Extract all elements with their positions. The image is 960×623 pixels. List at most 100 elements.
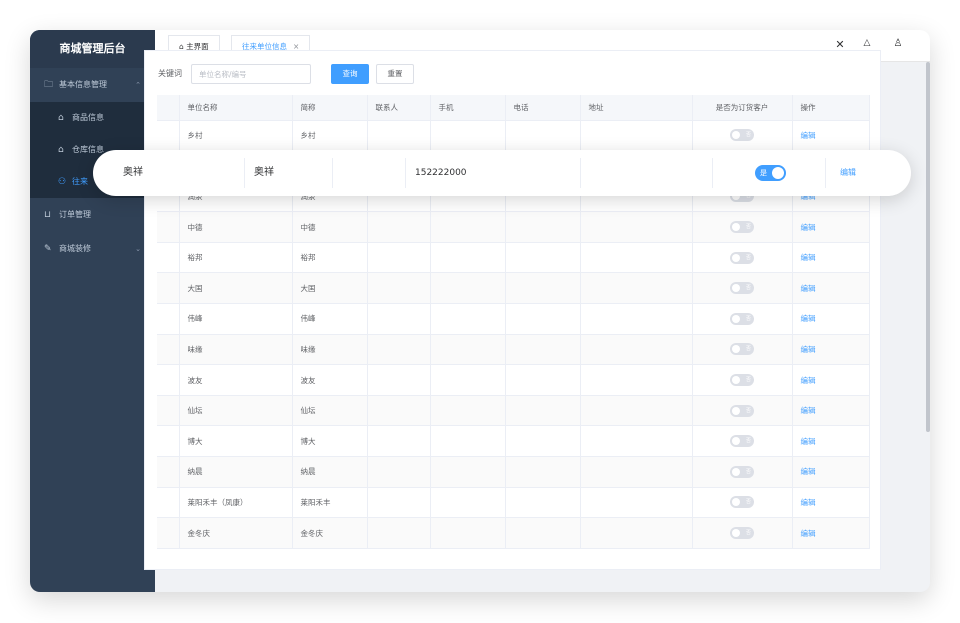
order-customer-switch[interactable]: 否: [730, 435, 754, 448]
mobile-cell: [430, 456, 506, 488]
query-button[interactable]: 查询: [331, 64, 369, 84]
switch-cell: 否: [692, 456, 793, 488]
sidebar-item-label: 商品信息: [72, 113, 104, 122]
order-customer-switch[interactable]: 否: [730, 527, 754, 540]
switch-cell: 否: [692, 517, 793, 549]
phone-cell: [505, 120, 581, 152]
switch-knob: [732, 376, 740, 385]
switch-cell: 否: [692, 334, 793, 366]
phone-cell: [505, 487, 581, 519]
scrollbar-thumb[interactable]: [926, 62, 930, 432]
contact-cell: [367, 456, 431, 488]
cart-icon: ⊔: [44, 210, 52, 220]
sidebar-item-orders[interactable]: ⊔ 订单管理: [30, 198, 155, 232]
address-cell: [580, 487, 693, 519]
contact-cell: [367, 211, 431, 243]
action-cell: 编辑: [792, 456, 870, 488]
table-row: 莱阳禾丰（凤康） 莱阳禾丰 否 编辑: [157, 487, 870, 519]
order-customer-switch[interactable]: 否: [730, 251, 754, 264]
index-cell: [157, 425, 180, 458]
short-cell: 味缘: [292, 334, 368, 366]
mobile-cell: [430, 517, 506, 549]
action-cell: 编辑: [792, 395, 870, 427]
address-cell: [580, 303, 693, 335]
scrollbar[interactable]: [926, 62, 930, 592]
phone-cell: [505, 242, 581, 274]
edit-link[interactable]: 编辑: [801, 467, 816, 476]
header-mobile: 手机: [430, 95, 506, 121]
table-row: 裕邦 裕邦 否 编辑: [157, 242, 870, 274]
sidebar-item-label: 仓库信息: [72, 145, 104, 154]
edit-link[interactable]: 编辑: [801, 376, 816, 385]
table-row: 仙坛 仙坛 否 编辑: [157, 395, 870, 427]
order-customer-switch[interactable]: 是: [755, 165, 786, 181]
edit-link[interactable]: 编辑: [801, 131, 816, 140]
edit-link[interactable]: 编辑: [801, 223, 816, 232]
edit-link[interactable]: 编辑: [801, 314, 816, 323]
index-cell: [157, 242, 180, 274]
switch-cell: 否: [692, 364, 793, 396]
index-cell: [157, 517, 180, 549]
name-cell: 波友: [179, 364, 293, 396]
edit-link[interactable]: 编辑: [840, 158, 856, 188]
order-customer-switch[interactable]: 否: [730, 312, 754, 325]
action-cell: 编辑: [792, 364, 870, 396]
order-customer-switch[interactable]: 否: [730, 496, 754, 509]
order-customer-switch[interactable]: 否: [730, 374, 754, 387]
switch-text: 否: [745, 468, 751, 475]
highlighted-row[interactable]: 奥祥 奥祥 152222000 是 编辑: [93, 150, 911, 196]
index-cell: [157, 120, 180, 152]
reset-button[interactable]: 重置: [376, 64, 414, 84]
action-cell: 编辑: [792, 242, 870, 274]
edit-link[interactable]: 编辑: [801, 406, 816, 415]
switch-knob: [732, 314, 740, 323]
action-cell: 编辑: [792, 487, 870, 519]
order-customer-switch[interactable]: 否: [730, 404, 754, 417]
edit-link[interactable]: 编辑: [801, 498, 816, 507]
mobile-cell: [430, 242, 506, 274]
switch-text: 否: [745, 438, 751, 445]
action-cell: 编辑: [792, 334, 870, 366]
switch-cell: 否: [692, 425, 793, 458]
bag-icon: ⌂: [58, 113, 64, 123]
edit-link[interactable]: 编辑: [801, 345, 816, 354]
edit-link[interactable]: 编辑: [801, 437, 816, 446]
user-avatar-icon[interactable]: ♙: [890, 38, 906, 54]
phone-cell: [505, 517, 581, 549]
action-cell: 编辑: [792, 272, 870, 305]
order-customer-switch[interactable]: 否: [730, 221, 754, 234]
switch-text: 是: [760, 169, 767, 177]
name-cell: 伟峰: [179, 303, 293, 335]
index-cell: [157, 334, 180, 366]
order-customer-switch[interactable]: 否: [730, 282, 754, 295]
contact-cell: [367, 487, 431, 519]
switch-cell: 否: [692, 395, 793, 427]
sidebar-item-decoration[interactable]: ✎ 商城装修 ⌄: [30, 232, 155, 266]
switch-text: 否: [745, 346, 751, 353]
sidebar-item-goods[interactable]: ⌂ 商品信息: [30, 102, 155, 134]
edit-link[interactable]: 编辑: [801, 253, 816, 262]
order-customer-switch[interactable]: 否: [730, 343, 754, 356]
index-cell: [157, 272, 180, 305]
phone-cell: [505, 303, 581, 335]
short-cell: 大国: [292, 272, 368, 305]
contact-cell: [367, 425, 431, 458]
switch-text: 否: [745, 407, 751, 414]
name-cell: 乡村: [179, 120, 293, 152]
address-cell: [580, 211, 693, 243]
search-input[interactable]: [191, 64, 311, 84]
edit-link[interactable]: 编辑: [801, 284, 816, 293]
short-cell: 莱阳禾丰: [292, 487, 368, 519]
order-customer-switch[interactable]: 否: [730, 465, 754, 478]
table-row: 纳晨 纳晨 否 编辑: [157, 456, 870, 488]
order-customer-switch[interactable]: 否: [730, 129, 754, 142]
search-label: 关键词: [158, 69, 182, 78]
cell-divider: [332, 158, 333, 188]
edit-link[interactable]: 编辑: [801, 529, 816, 538]
name-cell: 莱阳禾丰（凤康）: [179, 487, 293, 519]
index-cell: [157, 211, 180, 243]
phone-cell: [505, 395, 581, 427]
sidebar-item-basic-info[interactable]: 🗀 基本信息管理 ⌃: [30, 68, 155, 102]
switch-knob: [732, 284, 740, 293]
sidebar-item-label: 基本信息管理: [59, 80, 107, 89]
